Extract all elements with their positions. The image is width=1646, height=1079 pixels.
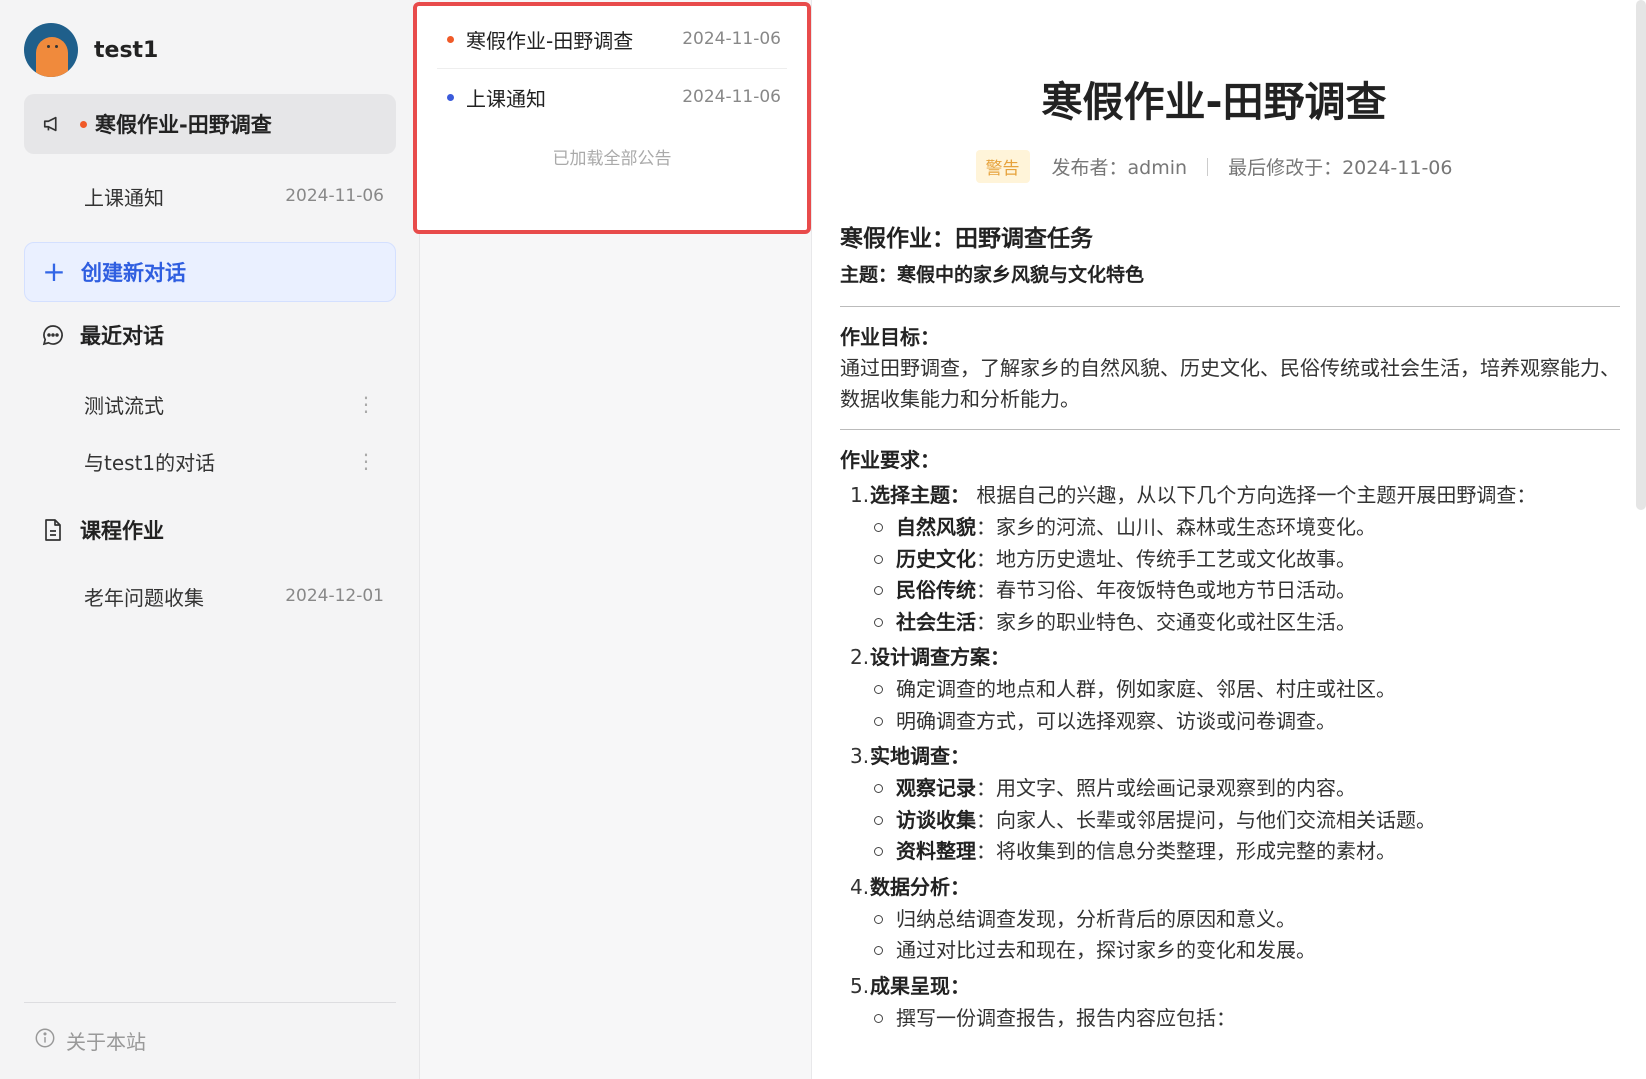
step-item: 1. 选择主题： 根据自己的兴趣，从以下几个方向选择一个主题开展田野调查：: [850, 483, 1537, 507]
popup-notice-item[interactable]: 上课通知 2024-11-06: [437, 68, 787, 126]
sidebar-divider: [24, 1002, 396, 1003]
article-rule: [840, 429, 1620, 430]
info-icon: [34, 1027, 56, 1053]
unread-dot: [80, 120, 87, 128]
article-publisher: 发布者：admin: [1051, 157, 1188, 179]
avatar[interactable]: [24, 23, 78, 77]
sidebar-notice-date: 2024-11-06: [285, 186, 384, 206]
popup-notice-label: 上课通知: [466, 86, 546, 111]
sidebar-notice-item[interactable]: 上课通知 2024-11-06: [24, 168, 396, 224]
recent-conversations-header[interactable]: 最近对话: [24, 307, 396, 363]
conversation-item[interactable]: 测试流式 ⋮: [24, 378, 396, 430]
article-subtitle: 主题：寒假中的家乡风貌与文化特色: [840, 264, 1145, 286]
popup-notice-date: 2024-11-06: [682, 29, 781, 49]
create-conversation-label: 创建新对话: [81, 261, 186, 285]
popup-notice-item[interactable]: 寒假作业-田野调查 2024-11-06: [437, 10, 787, 68]
step-sub-item: 撰写一份调查报告，报告内容应包括：: [840, 1003, 1620, 1035]
step-item: 4. 数据分析：: [850, 874, 970, 899]
warning-tag: 警告: [975, 150, 1030, 183]
article-modified: 最后修改于：2024-11-06: [1228, 157, 1453, 179]
step-sub-item: 自然风貌：家乡的河流、山川、森林或生态环境变化。: [840, 512, 1620, 544]
step-sub-item: 历史文化：地方历史遗址、传统手工艺或文化故事。: [840, 544, 1620, 576]
sidebar: test1 寒假作业-田野调查 上课通知 2024-11-06 + 创建新对话 …: [0, 0, 420, 1079]
step-sub-item: 确定调查的地点和人群，例如家庭、邻居、村庄或社区。: [840, 674, 1620, 706]
step-sub-item: 明确调查方式，可以选择观察、访谈或问卷调查。: [840, 706, 1620, 738]
popup-notice-date: 2024-11-06: [682, 87, 781, 107]
conversation-label: 与test1的对话: [84, 450, 216, 475]
username: test1: [94, 37, 159, 63]
step-item: 5. 成果呈现：: [850, 973, 970, 998]
homework-item-label: 老年问题收集: [84, 585, 204, 610]
article-panel: 寒假作业-田野调查 警告 发布者：admin 最后修改于：2024-11-06 …: [812, 0, 1632, 1079]
goal-text: 通过田野调查，了解家乡的自然风貌、历史文化、民俗传统或社会生活，培养观察能力、数…: [840, 356, 1620, 411]
step-item: 3. 实地调查：: [850, 744, 970, 768]
recent-conversations-label: 最近对话: [80, 324, 164, 348]
notice-popup: 寒假作业-田野调查 2024-11-06 上课通知 2024-11-06 已加载…: [413, 2, 811, 234]
step-sub-item: 社会生活：家乡的职业特色、交通变化或社区生活。: [840, 607, 1620, 639]
user-profile[interactable]: test1: [24, 22, 158, 78]
article-meta: 警告 发布者：admin 最后修改于：2024-11-06: [812, 150, 1616, 183]
document-icon: [40, 518, 66, 542]
popup-notice-label: 寒假作业-田野调查: [466, 28, 634, 53]
conversation-label: 测试流式: [84, 393, 164, 418]
article-title: 寒假作业-田野调查: [1041, 78, 1387, 126]
step-sub-item: 归纳总结调查发现，分析背后的原因和意义。: [840, 904, 1620, 936]
requirements-heading: 作业要求：: [840, 448, 940, 472]
step-item: 2. 设计调查方案：: [850, 645, 1010, 669]
unread-dot: [447, 93, 454, 101]
step-sub-item: 民俗传统：春节习俗、年夜饭特色或地方节日活动。: [840, 575, 1620, 607]
step-sub-item: 资料整理：将收集到的信息分类整理，形成完整的素材。: [840, 836, 1620, 868]
about-link[interactable]: 关于本站: [34, 1020, 146, 1060]
scrollbar[interactable]: [1636, 0, 1646, 510]
article-rule: [840, 306, 1620, 307]
article-body: 寒假作业：田野调查任务 主题：寒假中的家乡风貌与文化特色 作业目标： 通过田野调…: [840, 220, 1620, 1034]
sidebar-notice-active[interactable]: 寒假作业-田野调查: [24, 94, 396, 154]
step-sub-item: 访谈收集：向家人、长辈或邻居提问，与他们交流相关话题。: [840, 805, 1620, 837]
about-label: 关于本站: [66, 1029, 146, 1054]
homework-header[interactable]: 课程作业: [24, 502, 396, 558]
chat-bubble-icon: [40, 323, 66, 347]
megaphone-icon: [40, 111, 66, 137]
create-conversation-button[interactable]: + 创建新对话: [24, 242, 396, 302]
step-sub-item: 通过对比过去和现在，探讨家乡的变化和发展。: [840, 935, 1620, 967]
popup-loaded-text: 已加载全部公告: [552, 149, 672, 169]
sidebar-notice-label: 上课通知: [84, 185, 164, 210]
homework-item[interactable]: 老年问题收集 2024-12-01: [24, 570, 396, 622]
more-vertical-icon[interactable]: ⋮: [356, 394, 376, 414]
homework-item-date: 2024-12-01: [285, 586, 384, 606]
meta-separator: [1207, 157, 1209, 176]
conversation-item[interactable]: 与test1的对话 ⋮: [24, 435, 396, 487]
sidebar-notice-label: 寒假作业-田野调查: [95, 113, 272, 137]
unread-dot: [447, 35, 454, 43]
more-vertical-icon[interactable]: ⋮: [356, 451, 376, 471]
article-heading: 寒假作业：田野调查任务: [840, 226, 1093, 252]
step-sub-item: 观察记录：用文字、照片或绘画记录观察到的内容。: [840, 773, 1620, 805]
plus-icon: +: [42, 255, 66, 288]
homework-label: 课程作业: [80, 519, 164, 543]
goal-heading: 作业目标：: [840, 325, 940, 349]
